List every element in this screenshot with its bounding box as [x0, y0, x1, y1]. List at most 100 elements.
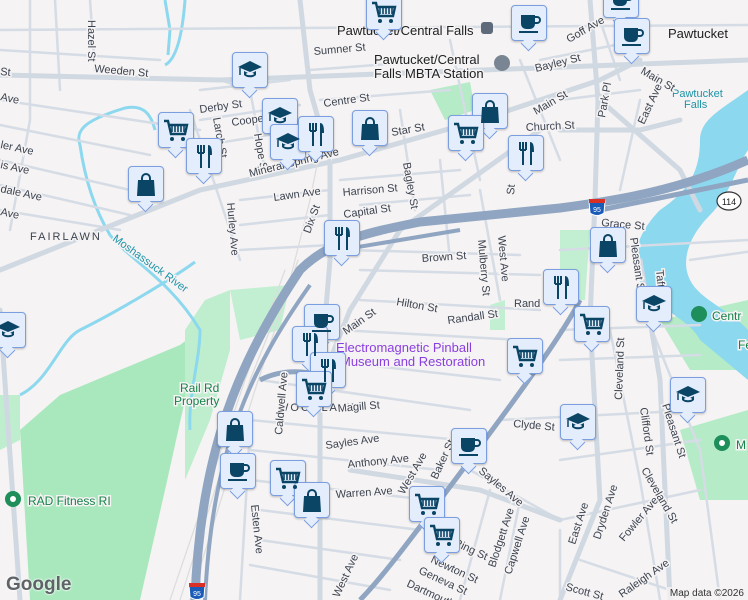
- marker-restaurant[interactable]: [186, 138, 222, 174]
- cafe-icon: [228, 463, 250, 481]
- marker-shopping[interactable]: [217, 411, 253, 447]
- svg-text:Goff Ave: Goff Ave: [565, 14, 607, 45]
- svg-text:Derby St: Derby St: [199, 98, 243, 116]
- shopping-icon: [303, 489, 321, 512]
- marker-restaurant[interactable]: [324, 220, 360, 256]
- svg-text:Ave: Ave: [0, 206, 20, 222]
- svg-text:Sumner St: Sumner St: [313, 42, 366, 58]
- svg-text:Property: Property: [174, 394, 219, 408]
- label-pinball-museum: Electromagnetic Pinball: [336, 340, 472, 355]
- school-icon: [642, 295, 666, 312]
- svg-text:Harrison St: Harrison St: [342, 182, 398, 199]
- grocery-icon: [454, 122, 479, 144]
- svg-text:Falls: Falls: [684, 99, 708, 111]
- svg-text:Pawtucket/Central: Pawtucket/Central: [374, 52, 480, 67]
- svg-text:Hilton St: Hilton St: [395, 296, 438, 315]
- svg-text:is Ave: is Ave: [0, 159, 30, 177]
- marker-shopping[interactable]: [352, 110, 388, 146]
- marker-cafe[interactable]: [220, 453, 256, 489]
- marker-school[interactable]: [636, 286, 672, 322]
- marker-shopping[interactable]: [590, 227, 626, 263]
- svg-text:95: 95: [193, 591, 201, 598]
- svg-text:Fe: Fe: [738, 338, 748, 352]
- marker-cafe[interactable]: [614, 18, 650, 54]
- svg-text:Warren Ave: Warren Ave: [335, 485, 393, 501]
- map-attribution[interactable]: Map data ©2026: [665, 587, 748, 600]
- school-icon: [676, 386, 700, 403]
- marker-grocery[interactable]: [296, 371, 332, 407]
- grocery-icon: [415, 493, 440, 515]
- restaurant-icon: [519, 142, 534, 165]
- marker-restaurant[interactable]: [298, 116, 334, 152]
- school-icon: [238, 61, 262, 78]
- svg-text:95: 95: [593, 207, 601, 214]
- marker-shopping[interactable]: [128, 166, 164, 202]
- google-logo: Google: [6, 574, 72, 595]
- cafe-icon: [459, 438, 481, 456]
- restaurant-icon: [303, 333, 318, 356]
- grocery-icon: [430, 524, 455, 546]
- marker-school[interactable]: [560, 404, 596, 440]
- svg-text:Falls MBTA Station: Falls MBTA Station: [374, 66, 484, 81]
- shopping-icon: [137, 173, 155, 196]
- marker-restaurant[interactable]: [543, 269, 579, 305]
- svg-text:West Ave: West Ave: [495, 235, 511, 282]
- marker-school[interactable]: [232, 52, 268, 88]
- marker-shopping[interactable]: [294, 482, 330, 518]
- restaurant-icon: [335, 227, 350, 250]
- marker-school[interactable]: [270, 124, 306, 160]
- marker-grocery[interactable]: [448, 115, 484, 151]
- svg-text:West Ave: West Ave: [331, 552, 361, 599]
- marker-school[interactable]: [670, 377, 706, 413]
- svg-text:Centr: Centr: [712, 309, 741, 323]
- svg-text:Capital St: Capital St: [343, 202, 392, 221]
- label-central-falls-station: Pawtucket/Central Falls: [337, 23, 474, 38]
- label-moshassuck-river: Moshassuck River: [110, 233, 190, 296]
- grocery-icon: [580, 313, 605, 335]
- svg-text:Cleveland St: Cleveland St: [613, 337, 627, 400]
- svg-text:Brown St: Brown St: [421, 250, 466, 265]
- marker-restaurant[interactable]: [508, 135, 544, 171]
- svg-text:Sayles Ave: Sayles Ave: [325, 433, 380, 452]
- marker-grocery[interactable]: [507, 338, 543, 374]
- restaurant-icon: [309, 123, 324, 146]
- grocery-icon: [302, 378, 327, 400]
- svg-text:Sayles Ave: Sayles Ave: [476, 465, 525, 509]
- svg-text:Lawn Ave: Lawn Ave: [273, 185, 322, 203]
- restaurant-icon: [554, 276, 569, 299]
- label-rad-fitness: RAD Fitness RI: [28, 494, 111, 508]
- shopping-icon: [361, 117, 379, 140]
- svg-text:St: St: [0, 66, 11, 79]
- marker-grocery[interactable]: [409, 486, 445, 522]
- svg-text:Rand: Rand: [514, 298, 540, 310]
- marker-cafe[interactable]: [451, 428, 487, 464]
- marker-cafe[interactable]: [511, 5, 547, 41]
- shopping-icon: [481, 100, 499, 123]
- svg-text:Esten Ave: Esten Ave: [248, 504, 265, 554]
- svg-text:St: St: [505, 184, 518, 195]
- school-icon: [276, 133, 300, 150]
- grocery-icon: [372, 1, 397, 23]
- grocery-icon: [513, 345, 538, 367]
- svg-text:Anthony Ave: Anthony Ave: [347, 453, 409, 471]
- svg-text:Raleigh Ave: Raleigh Ave: [617, 557, 672, 600]
- school-icon: [0, 321, 20, 338]
- school-icon: [566, 413, 590, 430]
- svg-text:ler Ave: ler Ave: [0, 139, 35, 158]
- marker-grocery[interactable]: [158, 112, 194, 148]
- route-114-shield: 114: [716, 191, 742, 211]
- label-fairlawn: FAIRLAWN: [30, 231, 102, 243]
- school-icon: [268, 107, 292, 124]
- shopping-icon: [599, 234, 617, 257]
- restaurant-icon: [197, 145, 212, 168]
- marker-grocery[interactable]: [366, 0, 402, 30]
- svg-text:Clyde St: Clyde St: [513, 418, 555, 434]
- marker-cafe[interactable]: [603, 0, 639, 18]
- marker-grocery[interactable]: [424, 517, 460, 553]
- svg-text:Ave: Ave: [0, 91, 20, 107]
- svg-text:M: M: [736, 438, 746, 452]
- svg-text:Scott St: Scott St: [564, 581, 604, 600]
- marker-school[interactable]: [0, 312, 26, 348]
- svg-text:Hazel St: Hazel St: [85, 20, 97, 62]
- marker-grocery[interactable]: [574, 306, 610, 342]
